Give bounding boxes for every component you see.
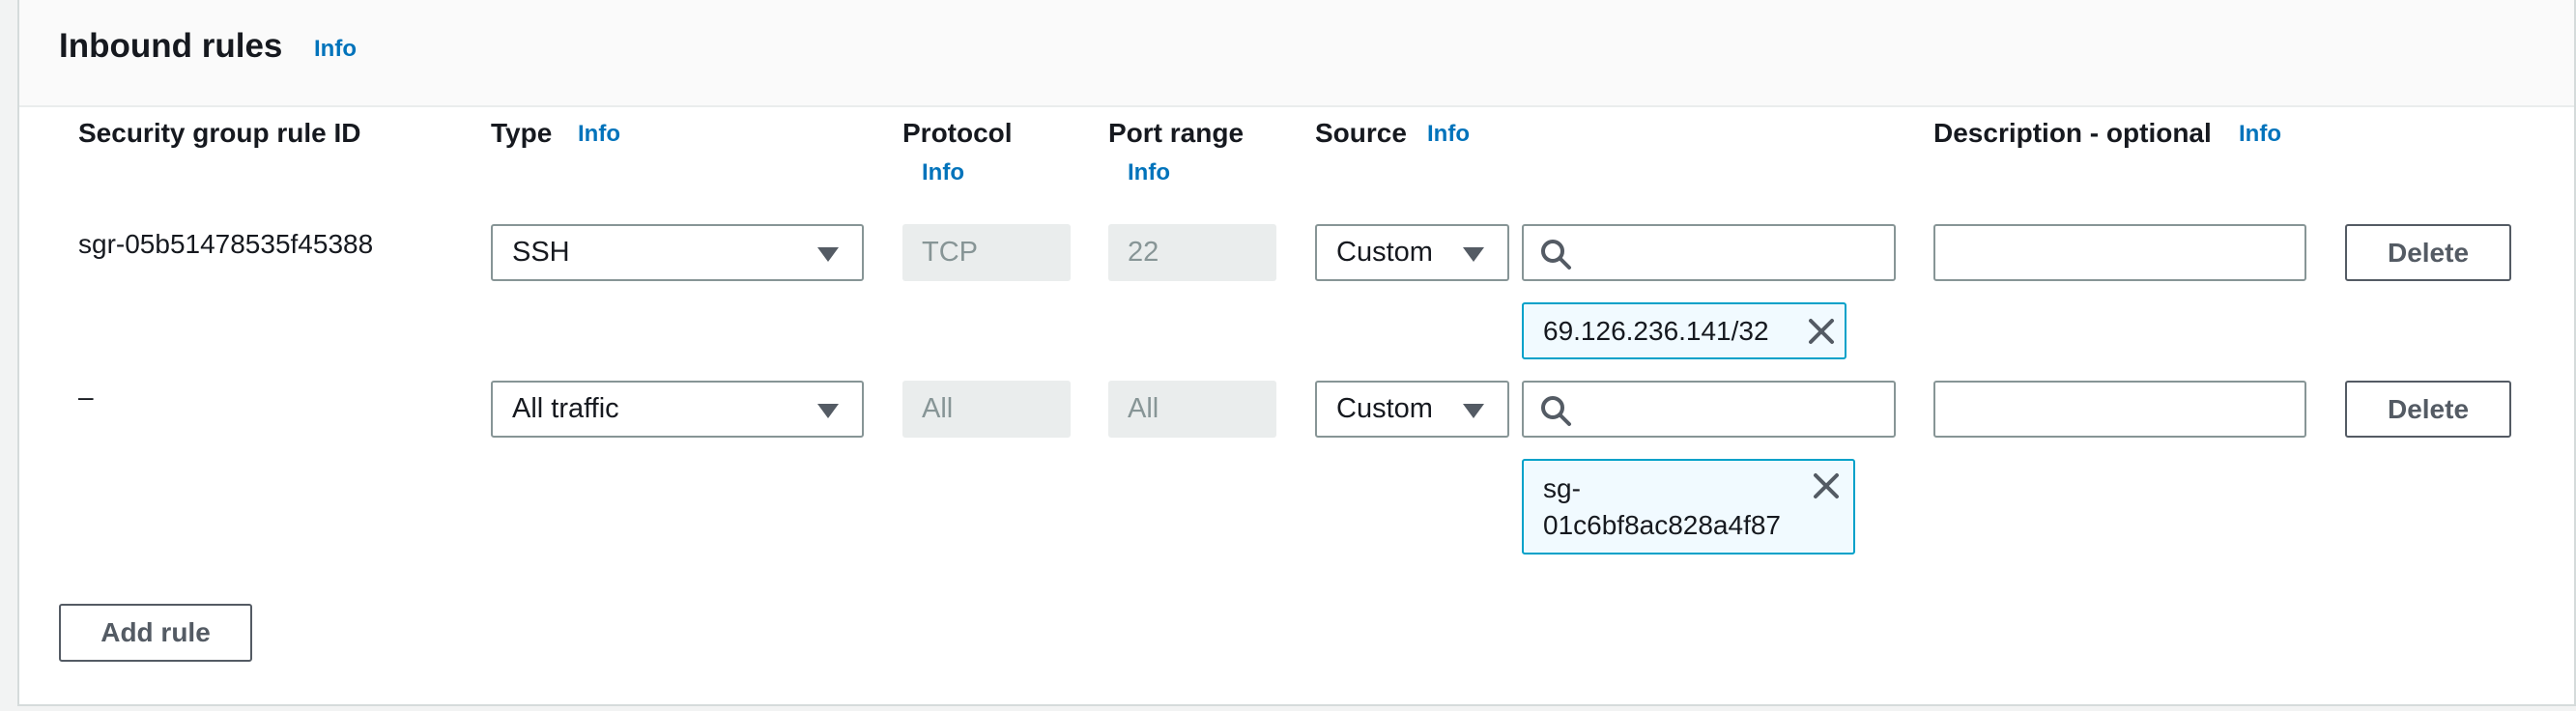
section-title: Inbound rules: [59, 27, 283, 65]
caret-down-icon: [1463, 404, 1484, 418]
caret-down-icon: [817, 404, 839, 418]
rule-2-source-token: sg- 01c6bf8ac828a4f87: [1522, 459, 1855, 555]
caret-down-icon: [817, 247, 839, 262]
rule-1-port-range-field: 22: [1108, 224, 1276, 281]
rule-1-source-token-label: 69.126.236.141/32: [1543, 316, 1769, 346]
section-info-link[interactable]: Info: [314, 36, 357, 63]
panel-header: Inbound rules Info: [19, 0, 2574, 107]
rule-2-protocol-field: All: [902, 381, 1071, 438]
rule-1-id: sgr-05b51478535f45388: [78, 229, 374, 259]
rule-2-type-select[interactable]: All traffic: [491, 381, 864, 438]
column-header-protocol: Protocol: [902, 118, 1013, 148]
description-info-link[interactable]: Info: [2239, 121, 2281, 148]
caret-down-icon: [1463, 247, 1484, 262]
add-rule-button[interactable]: Add rule: [59, 604, 252, 662]
column-header-type: Type: [491, 118, 553, 148]
rule-1-description-input[interactable]: [1933, 224, 2306, 281]
rule-2-port-range-value: All: [1128, 393, 1159, 424]
rule-2-source-token-label-line1: sg-: [1543, 473, 1581, 503]
rule-2-delete-button[interactable]: Delete: [2345, 381, 2511, 438]
port-range-info-link[interactable]: Info: [1128, 159, 1170, 186]
type-info-link[interactable]: Info: [578, 121, 620, 148]
rule-2-protocol-value: All: [922, 393, 954, 424]
rule-2-source-type-value: Custom: [1336, 393, 1433, 424]
column-header-port-range: Port range: [1108, 118, 1245, 148]
rule-2-port-range-field: All: [1108, 381, 1276, 438]
rule-2-description-input[interactable]: [1933, 381, 2306, 438]
rule-2-type-value: All traffic: [512, 393, 619, 424]
rule-1-source-token: 69.126.236.141/32: [1522, 302, 1846, 359]
search-icon: [1541, 396, 1571, 426]
rule-1-protocol-field: TCP: [902, 224, 1071, 281]
rule-1-source-type-select[interactable]: Custom: [1315, 224, 1509, 281]
rule-2-source-token-label-line2: 01c6bf8ac828a4f87: [1543, 510, 1781, 540]
search-icon: [1541, 240, 1571, 270]
column-header-rule-id: Security group rule ID: [78, 118, 361, 148]
rule-2-source-search-input[interactable]: [1522, 381, 1896, 438]
rule-1-delete-button[interactable]: Delete: [2345, 224, 2511, 281]
source-info-link[interactable]: Info: [1427, 121, 1470, 148]
close-icon[interactable]: [1812, 471, 1841, 500]
close-icon[interactable]: [1807, 317, 1836, 346]
inbound-rules-panel: Inbound rules Info Security group rule I…: [17, 0, 2576, 706]
column-header-source: Source: [1315, 118, 1407, 148]
rule-1-port-range-value: 22: [1128, 237, 1159, 268]
rule-2-source-type-select[interactable]: Custom: [1315, 381, 1509, 438]
column-header-description: Description - optional: [1933, 118, 2212, 148]
protocol-info-link[interactable]: Info: [922, 159, 964, 186]
rule-1-source-search-input[interactable]: [1522, 224, 1896, 281]
rule-1-source-type-value: Custom: [1336, 237, 1433, 268]
rule-1-protocol-value: TCP: [922, 237, 978, 268]
rule-1-type-value: SSH: [512, 237, 570, 268]
rule-1-type-select[interactable]: SSH: [491, 224, 864, 281]
rule-2-id: –: [78, 382, 94, 412]
